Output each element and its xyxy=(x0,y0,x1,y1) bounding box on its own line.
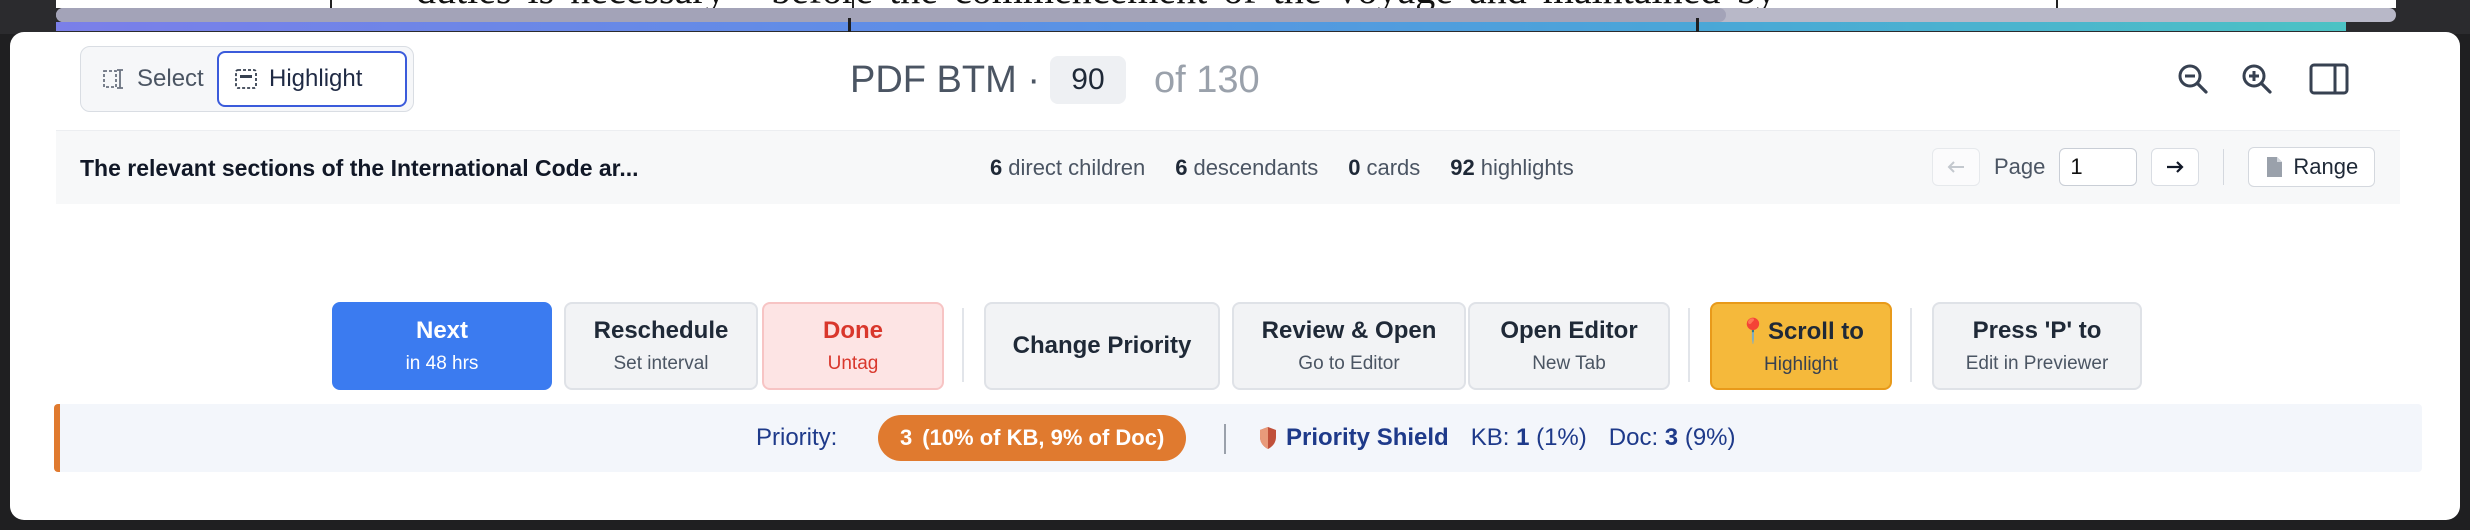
action-separator xyxy=(1910,308,1912,382)
reschedule-button-title: Reschedule xyxy=(593,317,729,344)
previous-page-button[interactable] xyxy=(1932,148,1980,186)
open-editor-button[interactable]: Open Editor New Tab xyxy=(1468,302,1670,390)
highlight-area-icon xyxy=(235,69,257,89)
progress-separator xyxy=(848,18,851,32)
stat-descendants: 6 descendants xyxy=(1175,155,1319,180)
horizontal-scrollbar-thumb[interactable] xyxy=(56,8,1726,22)
priority-detail: (10% of KB, 9% of Doc) xyxy=(922,425,1165,450)
document-icon xyxy=(2267,157,2283,177)
arrow-right-icon xyxy=(2167,161,2184,173)
document-visible-text: duties is necessary · before the commenc… xyxy=(56,0,2396,8)
page-navigator: Page Range xyxy=(1932,145,2376,189)
press-p-subtitle: Edit in Previewer xyxy=(1965,353,2109,374)
press-p-title: Press 'P' to xyxy=(1972,317,2102,344)
priority-value: 3 xyxy=(900,425,913,450)
done-button-subtitle: Untag xyxy=(827,353,879,374)
current-page-input[interactable] xyxy=(1049,56,1126,104)
reader-panel: Select Highlight PDF BTM · of 130 The re… xyxy=(10,32,2460,520)
document-column-rule xyxy=(852,0,854,8)
document-column-rule xyxy=(2056,0,2058,8)
change-priority-title: Change Priority xyxy=(1012,332,1192,359)
stat-highlights: 92 highlights xyxy=(1450,155,1574,180)
reading-progress-bar xyxy=(56,22,2346,31)
shield-icon xyxy=(1260,427,1276,449)
change-priority-button[interactable]: Change Priority xyxy=(984,302,1220,390)
section-info-bar: The relevant sections of the Internation… xyxy=(56,130,2400,204)
doc-priority: Doc: 3 (9%) xyxy=(1608,424,1736,451)
document-column-rule xyxy=(330,0,332,8)
priority-shield-link[interactable]: Priority Shield xyxy=(1286,424,1449,452)
priority-label: Priority: xyxy=(756,424,838,451)
highlight-mode-label: Highlight xyxy=(269,65,363,92)
priority-separator xyxy=(1224,424,1226,454)
page-number-input[interactable] xyxy=(2059,148,2138,186)
text-select-icon xyxy=(103,69,123,89)
next-page-button[interactable] xyxy=(2151,148,2200,186)
section-stats: 6 direct children 6 descendants 0 cards 92 h… xyxy=(990,131,1574,205)
zoom-out-icon[interactable] xyxy=(2172,58,2214,100)
done-button-title: Done xyxy=(823,317,883,344)
reschedule-button-subtitle: Set interval xyxy=(613,353,709,374)
review-open-subtitle: Go to Editor xyxy=(1298,353,1400,374)
document-page-edge: duties is necessary · before the commenc… xyxy=(56,0,2396,8)
range-button[interactable]: Range xyxy=(2248,147,2376,187)
open-editor-title: Open Editor xyxy=(1500,317,1638,344)
zoom-in-icon[interactable] xyxy=(2236,58,2278,100)
next-button[interactable]: Next in 48 hrs xyxy=(332,302,552,390)
stat-cards: 0 cards xyxy=(1348,155,1421,180)
next-button-subtitle: in 48 hrs xyxy=(405,353,479,374)
sidebar-toggle-icon[interactable] xyxy=(2308,58,2350,100)
scroll-to-subtitle: Highlight xyxy=(1764,353,1838,375)
action-separator xyxy=(962,308,964,382)
pin-icon: 📍 xyxy=(1738,317,1768,345)
open-editor-subtitle: New Tab xyxy=(1532,353,1606,374)
kb-priority: KB: 1 (1%) xyxy=(1470,424,1587,451)
scroll-to-highlight-button[interactable]: 📍Scroll to Highlight xyxy=(1710,302,1892,390)
select-mode-label: Select xyxy=(137,65,204,92)
stat-direct-children: 6 direct children xyxy=(990,155,1146,180)
review-open-title: Review & Open xyxy=(1261,317,1437,344)
pager-divider xyxy=(2223,149,2225,185)
press-p-edit-button[interactable]: Press 'P' to Edit in Previewer xyxy=(1932,302,2142,390)
priority-bar: Priority: 3 (10% of KB, 9% of Doc) Prior… xyxy=(54,404,2422,472)
highlight-mode-button[interactable]: Highlight xyxy=(217,51,407,107)
scroll-to-title: 📍Scroll to xyxy=(1738,317,1864,345)
progress-separator xyxy=(1696,18,1699,32)
page-label: Page xyxy=(1994,154,2046,179)
review-open-button[interactable]: Review & Open Go to Editor xyxy=(1232,302,1466,390)
document-title-area: PDF BTM · of 130 xyxy=(850,52,1260,108)
document-name: PDF BTM · xyxy=(850,58,1040,101)
arrow-left-icon xyxy=(1947,161,1964,173)
priority-pill[interactable]: 3 (10% of KB, 9% of Doc) xyxy=(878,415,1187,461)
range-label: Range xyxy=(2293,154,2359,179)
reschedule-button[interactable]: Reschedule Set interval xyxy=(564,302,758,390)
action-separator xyxy=(1688,308,1690,382)
next-button-title: Next xyxy=(415,317,469,344)
mode-toggle: Select Highlight xyxy=(80,46,414,112)
select-mode-button[interactable]: Select xyxy=(87,51,211,107)
priority-shield: Priority Shield KB: 1 (1%) Doc: 3 (9%) xyxy=(1258,404,1736,472)
total-pages-label: of 130 xyxy=(1153,58,1260,101)
section-title: The relevant sections of the Internation… xyxy=(80,155,639,181)
done-button[interactable]: Done Untag xyxy=(762,302,944,390)
